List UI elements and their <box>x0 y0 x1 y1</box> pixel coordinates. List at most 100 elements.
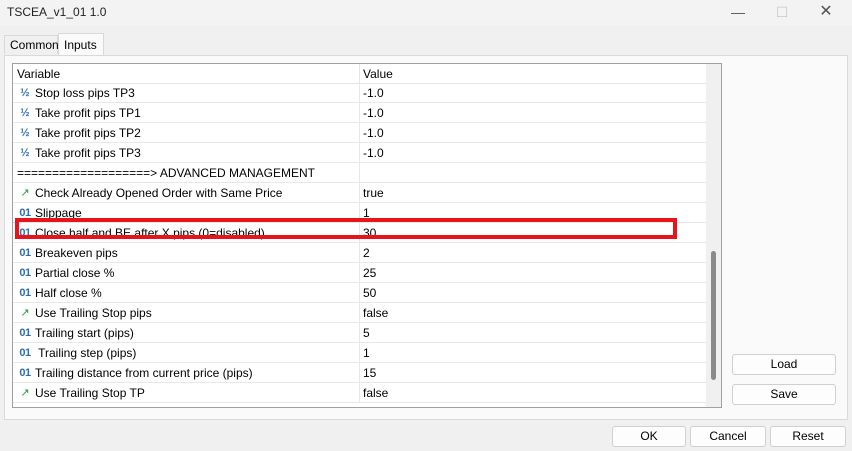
half-icon: ½ <box>20 127 30 139</box>
integer-icon: 01 <box>19 287 31 299</box>
grid-rows: ½ Stop loss pips TP3 -1.0 ½ Take profit pips… <box>13 83 706 403</box>
variable-value[interactable]: 30 <box>363 226 376 240</box>
table-row[interactable]: ↗ Check Already Opened Order with Same Pr… <box>13 183 706 203</box>
cell-divider <box>359 103 360 123</box>
maximize-button[interactable]: ☐ <box>762 0 802 26</box>
window-title: TSCEA_v1_01 1.0 <box>7 5 107 19</box>
variable-value[interactable]: 15 <box>363 366 376 380</box>
variable-value[interactable]: false <box>363 306 388 320</box>
bool-icon: ↗ <box>20 387 30 399</box>
tab-common[interactable]: Common <box>4 35 59 54</box>
ok-button[interactable]: OK <box>612 426 686 447</box>
cell-divider <box>359 243 360 263</box>
cell-divider <box>359 143 360 163</box>
cell-divider <box>359 303 360 323</box>
variable-value[interactable]: 50 <box>363 286 376 300</box>
variable-value[interactable]: false <box>363 386 388 400</box>
save-button[interactable]: Save <box>732 384 836 405</box>
cell-divider <box>359 83 360 103</box>
column-header-value[interactable]: Value <box>363 67 393 81</box>
minimize-button[interactable]: — <box>718 0 758 26</box>
integer-icon: 01 <box>19 347 31 359</box>
integer-icon: 01 <box>19 247 31 259</box>
variable-value[interactable]: -1.0 <box>363 106 384 120</box>
scrollbar-thumb[interactable] <box>711 251 716 380</box>
cancel-button[interactable]: Cancel <box>690 426 766 447</box>
table-row[interactable]: 01 Trailing distance from current price (… <box>13 363 706 383</box>
grid-header: Variable Value <box>13 64 706 84</box>
table-row[interactable]: 01 Close half and BE after X pips (0=disa… <box>13 223 706 243</box>
variable-name: Take profit pips TP2 <box>35 126 141 140</box>
variable-name: Use Trailing Stop TP <box>35 386 145 400</box>
variable-value[interactable]: 1 <box>363 206 370 220</box>
table-row[interactable]: 01 Half close % 50 <box>13 283 706 303</box>
table-row[interactable]: ½ Take profit pips TP2 -1.0 <box>13 123 706 143</box>
variable-name: Take profit pips TP3 <box>35 146 141 160</box>
variable-name: Stop loss pips TP3 <box>35 86 135 100</box>
table-row[interactable]: ½ Take profit pips TP1 -1.0 <box>13 103 706 123</box>
variable-value[interactable]: 5 <box>363 326 370 340</box>
variable-name: Trailing start (pips) <box>35 326 134 340</box>
cell-divider <box>359 263 360 283</box>
half-icon: ½ <box>20 147 30 159</box>
cell-divider <box>359 163 360 183</box>
column-header-variable[interactable]: Variable <box>17 67 60 81</box>
half-icon: ½ <box>20 107 30 119</box>
integer-icon: 01 <box>19 367 31 379</box>
cell-divider <box>359 223 360 243</box>
reset-button[interactable]: Reset <box>770 426 846 447</box>
table-row[interactable]: ===================> ADVANCED MANAGEMENT <box>13 163 706 183</box>
variable-name: ===================> ADVANCED MANAGEMENT <box>17 166 315 180</box>
variable-value[interactable]: -1.0 <box>363 126 384 140</box>
title-bar: TSCEA_v1_01 1.0 — ☐ ✕ <box>0 0 852 26</box>
variable-value[interactable]: 2 <box>363 246 370 260</box>
cell-divider <box>359 363 360 383</box>
table-row[interactable]: ½ Stop loss pips TP3 -1.0 <box>13 83 706 103</box>
tab-inputs[interactable]: Inputs <box>58 33 104 55</box>
vertical-scrollbar[interactable] <box>706 64 721 407</box>
cell-divider <box>359 183 360 203</box>
integer-icon: 01 <box>19 267 31 279</box>
cell-divider <box>359 123 360 143</box>
variable-name: Partial close % <box>35 266 115 280</box>
cell-divider <box>359 203 360 223</box>
table-row[interactable]: 01 Breakeven pips 2 <box>13 243 706 263</box>
variable-value[interactable]: -1.0 <box>363 146 384 160</box>
half-icon: ½ <box>20 87 30 99</box>
column-separator[interactable] <box>359 64 360 83</box>
table-row[interactable]: 01 Slippage 1 <box>13 203 706 223</box>
variable-value[interactable]: 1 <box>363 346 370 360</box>
table-row[interactable]: ↗ Use Trailing Stop pips false <box>13 303 706 323</box>
close-button[interactable]: ✕ <box>806 0 846 26</box>
maximize-icon: ☐ <box>775 4 789 20</box>
variable-name: Half close % <box>35 286 102 300</box>
bool-icon: ↗ <box>20 187 30 199</box>
table-row[interactable]: 01 Trailing start (pips) 5 <box>13 323 706 343</box>
integer-icon: 01 <box>19 227 31 239</box>
table-row[interactable]: 01 Partial close % 25 <box>13 263 706 283</box>
variable-name: Close half and BE after X pips (0=disabl… <box>35 226 265 240</box>
cell-divider <box>359 343 360 363</box>
close-icon: ✕ <box>819 3 833 20</box>
variable-name: Slippage <box>35 206 82 220</box>
variable-value[interactable]: -1.0 <box>363 86 384 100</box>
table-row[interactable]: ½ Take profit pips TP3 -1.0 <box>13 143 706 163</box>
variable-name: Take profit pips TP1 <box>35 106 141 120</box>
inputs-grid: Variable Value ½ Stop loss pips TP3 -1.0 ½ T… <box>12 63 722 408</box>
variable-name: Breakeven pips <box>35 246 118 260</box>
variable-name: Check Already Opened Order with Same Pri… <box>35 186 283 200</box>
integer-icon: 01 <box>19 327 31 339</box>
variable-value[interactable]: 25 <box>363 266 376 280</box>
bool-icon: ↗ <box>20 307 30 319</box>
cell-divider <box>359 323 360 343</box>
load-button[interactable]: Load <box>732 354 836 375</box>
variable-name: Use Trailing Stop pips <box>35 306 152 320</box>
table-row[interactable]: ↗ Use Trailing Stop TP false <box>13 383 706 403</box>
variable-value[interactable]: true <box>363 186 384 200</box>
table-row[interactable]: 01 Trailing step (pips) 1 <box>13 343 706 363</box>
integer-icon: 01 <box>19 207 31 219</box>
variable-name: Trailing distance from current price (pi… <box>35 366 253 380</box>
cell-divider <box>359 283 360 303</box>
minimize-icon: — <box>731 4 745 20</box>
variable-name: Trailing step (pips) <box>35 346 137 360</box>
